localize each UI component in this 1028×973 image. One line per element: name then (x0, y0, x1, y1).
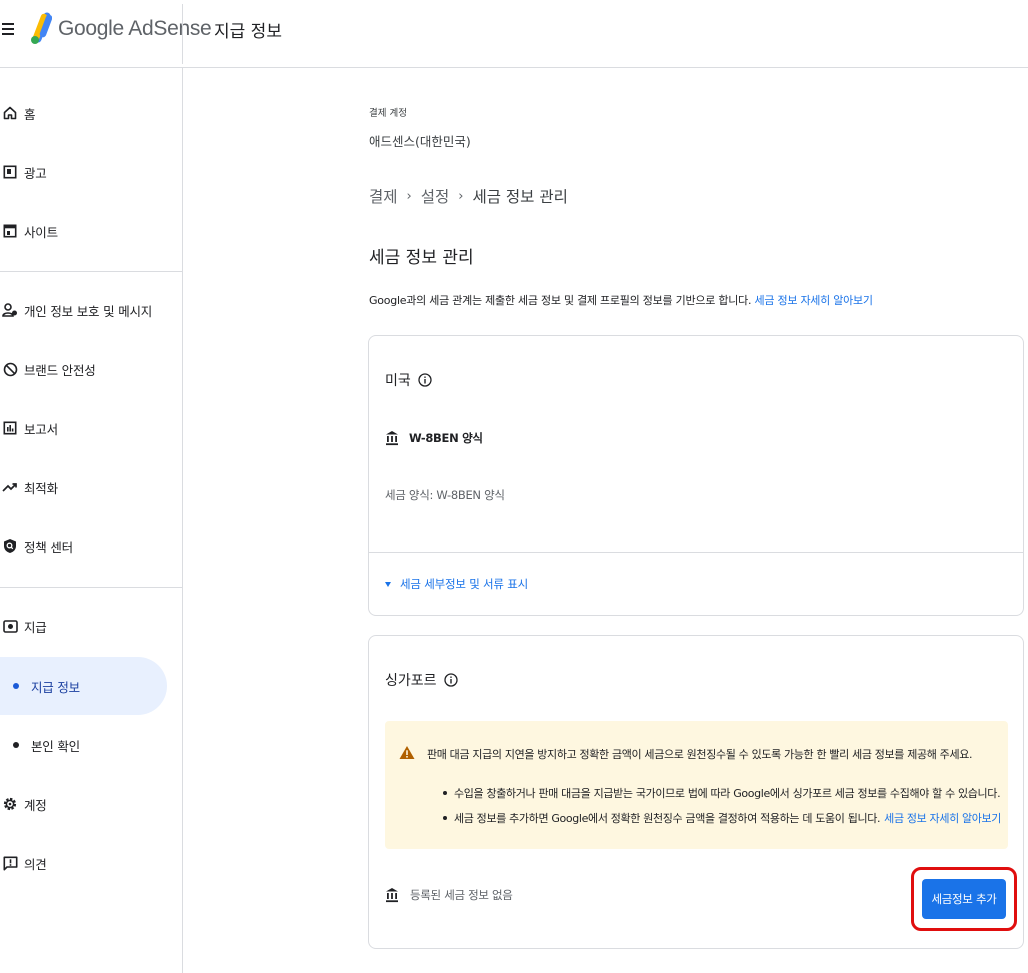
sidebar-item-optimization[interactable]: 최적화 (0, 458, 183, 516)
block-icon (2, 361, 18, 377)
list-item: 세금 정보를 추가하면 Google에서 정확한 원천징수 금액을 결정하여 적… (443, 805, 1001, 830)
country-name: 미국 (385, 373, 411, 389)
account-label: 결제 계정 (369, 108, 407, 119)
chevron-right-icon: › (458, 188, 464, 204)
sidebar-item-privacy[interactable]: 개인 정보 보호 및 메시지 (0, 281, 183, 339)
breadcrumb: 결제 › 설정 › 세금 정보 관리 (369, 185, 568, 207)
sidebar-item-label: 보고서 (24, 421, 58, 437)
policy-icon (2, 538, 18, 554)
brand-name: Google AdSense (58, 17, 212, 40)
sidebar-item-payment-info[interactable]: 지급 정보 (0, 657, 167, 715)
card-divider (369, 552, 1023, 553)
sidebar-item-label: 계정 (24, 797, 47, 813)
sidebar-item-feedback[interactable]: 의견 (0, 834, 183, 892)
chevron-right-icon: › (406, 188, 412, 204)
sidebar-divider (0, 587, 183, 588)
main-content: 결제 계정 애드센스(대한민국) 결제 › 설정 › 세금 정보 관리 세금 정… (183, 68, 1028, 973)
top-bar: Google AdSense 지급 정보 (0, 0, 1028, 68)
bank-icon (386, 431, 398, 446)
warning-text: 판매 대금 지급의 지연을 방지하고 정확한 금액이 세금으로 원천징수될 수 … (427, 748, 973, 761)
bank-icon (386, 888, 398, 903)
gear-icon (2, 796, 18, 812)
reports-icon (2, 420, 18, 436)
triangle-down-icon (385, 581, 391, 587)
list-item: 수입을 창출하거나 판매 대금을 지급받는 국가이므로 법에 따라 Google… (443, 780, 1001, 805)
sidebar-item-label: 지급 정보 (31, 679, 80, 695)
sidebar-item-label: 개인 정보 보호 및 메시지 (24, 303, 153, 319)
sidebar-item-label: 브랜드 안전성 (24, 362, 96, 378)
privacy-icon (2, 302, 18, 318)
learn-more-link[interactable]: 세금 정보 자세히 알아보기 (884, 810, 1001, 826)
page-header-title: 지급 정보 (214, 22, 282, 42)
sidebar-item-policy[interactable]: 정책 센터 (0, 517, 183, 575)
sidebar-item-label: 홈 (24, 106, 36, 122)
toggle-label: 세금 세부정보 및 서류 표시 (400, 577, 529, 591)
breadcrumb-item-current: 세금 정보 관리 (472, 188, 568, 206)
sidebar-item-label: 본인 확인 (31, 738, 80, 754)
bullet-dot (13, 742, 19, 748)
warning-banner: 판매 대금 지급의 지연을 방지하고 정확한 금액이 세금으로 원천징수될 수 … (385, 721, 1008, 849)
info-icon[interactable] (443, 673, 458, 687)
sidebar-item-brand-safety[interactable]: 브랜드 안전성 (0, 340, 183, 398)
sidebar-item-label: 최적화 (24, 480, 58, 496)
bullet-dot (443, 815, 447, 820)
home-icon (2, 105, 18, 121)
page-description: Google과의 세금 관계는 제출한 세금 정보 및 결제 프로필의 정보를 … (369, 292, 873, 308)
highlight-ring: 세금정보 추가 (911, 867, 1017, 931)
bullet-dot (443, 790, 447, 795)
sidebar-item-home[interactable]: 홈 (0, 84, 183, 142)
sidebar-item-ads[interactable]: 광고 (0, 143, 183, 201)
tax-form-row: W-8BEN 양식 (385, 430, 483, 446)
sidebar-divider (0, 271, 183, 272)
no-tax-info-row: 등록된 세금 정보 없음 (385, 887, 513, 903)
sidebar-item-sites[interactable]: 사이트 (0, 202, 183, 260)
tax-form-type: 세금 양식: W-8BEN 양식 (385, 488, 505, 502)
page-title: 세금 정보 관리 (369, 248, 474, 268)
warning-icon (399, 746, 415, 759)
payments-icon (2, 618, 18, 634)
bullet-text: 세금 정보를 추가하면 Google에서 정확한 원천징수 금액을 결정하여 적… (454, 811, 881, 825)
sidebar-item-label: 지급 (24, 619, 47, 635)
sidebar-item-reports[interactable]: 보고서 (0, 399, 183, 457)
show-tax-details-toggle[interactable]: 세금 세부정보 및 서류 표시 (385, 576, 528, 592)
warning-bullet-list: 수입을 창출하거나 판매 대금을 지급받는 국가이므로 법에 따라 Google… (443, 780, 1001, 830)
breadcrumb-item-settings[interactable]: 설정 (421, 185, 450, 207)
add-tax-info-button[interactable]: 세금정보 추가 (922, 879, 1006, 919)
learn-more-link[interactable]: 세금 정보 자세히 알아보기 (754, 294, 873, 307)
us-tax-card: 미국 W-8BEN 양식 세금 양식: W-8BEN 양식 세금 세부정보 및 … (368, 335, 1024, 616)
card-title: 미국 (385, 370, 432, 390)
sidebar-item-label: 의견 (24, 856, 47, 872)
tax-form-name: W-8BEN 양식 (409, 431, 483, 445)
no-tax-info-text: 등록된 세금 정보 없음 (410, 888, 513, 902)
adsense-logo[interactable] (30, 12, 52, 46)
sidebar-item-label: 광고 (24, 165, 47, 181)
sidebar-item-label: 사이트 (24, 224, 58, 240)
bullet-dot (13, 683, 19, 689)
description-text: Google과의 세금 관계는 제출한 세금 정보 및 결제 프로필의 정보를 … (369, 294, 752, 307)
feedback-icon (2, 855, 18, 871)
ads-icon (2, 164, 18, 180)
sidebar: 홈 광고 사이트 개인 정보 보호 및 메시지 브랜드 안전성 보고서 최적화 … (0, 68, 183, 973)
sites-icon (2, 223, 18, 239)
breadcrumb-item-payments[interactable]: 결제 (369, 185, 398, 207)
singapore-tax-card: 싱가포르 판매 대금 지급의 지연을 방지하고 정확한 금액이 세금으로 원천징… (368, 635, 1024, 949)
bullet-text: 수입을 창출하거나 판매 대금을 지급받는 국가이므로 법에 따라 Google… (454, 786, 1001, 800)
trending-icon (2, 479, 18, 495)
sidebar-item-account[interactable]: 계정 (0, 775, 183, 833)
sidebar-item-label: 정책 센터 (24, 539, 73, 555)
account-value: 애드센스(대한민국) (369, 134, 471, 149)
country-name: 싱가포르 (385, 673, 437, 689)
sidebar-item-payments[interactable]: 지급 (0, 597, 183, 655)
info-icon[interactable] (418, 373, 432, 387)
sidebar-item-identity-verification[interactable]: 본인 확인 (0, 716, 183, 774)
header-divider (182, 4, 183, 64)
card-title: 싱가포르 (385, 670, 458, 690)
menu-icon[interactable] (2, 20, 18, 40)
